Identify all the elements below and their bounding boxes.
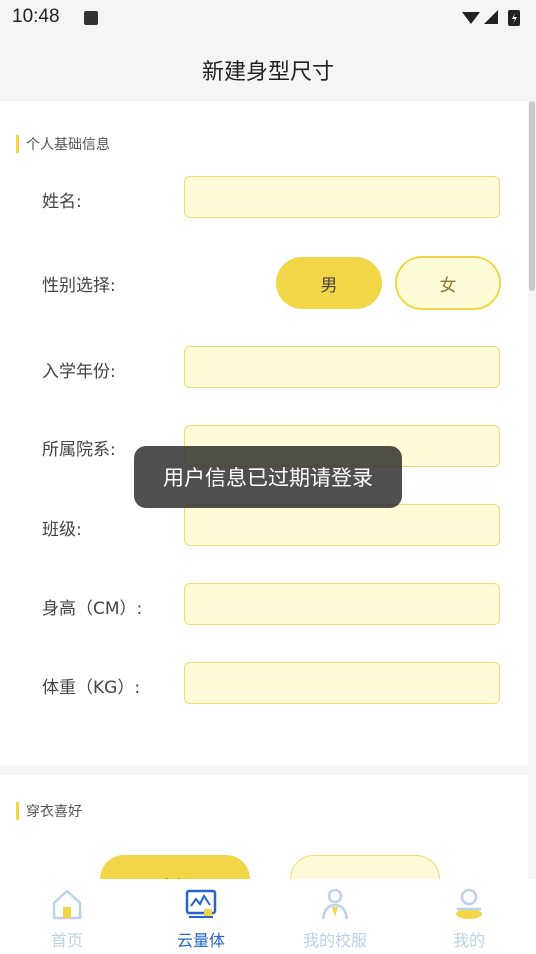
tab-mine[interactable]: 我的 <box>402 879 536 954</box>
measure-chart-icon <box>185 889 217 918</box>
enrollment-year-label: 入学年份: <box>42 362 116 382</box>
tab-home-label: 首页 <box>50 931 83 950</box>
tab-mine-label: 我的 <box>452 931 485 950</box>
height-label: 身高（CM）: <box>42 599 143 619</box>
gender-label: 性别选择: <box>42 276 116 296</box>
name-label: 姓名: <box>42 192 82 212</box>
section-header-basic: 个人基础信息 <box>16 134 110 154</box>
title-bar: 新建身型尺寸 <box>0 36 536 101</box>
basic-info-card: 个人基础信息 姓名: 性别选择: 男 女 入学年份: 所属院系: 班级: 身高（… <box>0 101 528 765</box>
class-label: 班级: <box>42 520 82 540</box>
section-accent-bar <box>16 135 19 153</box>
status-time: 10:48 <box>12 6 60 27</box>
section-title: 个人基础信息 <box>26 137 110 153</box>
tab-home[interactable]: 首页 <box>0 879 134 954</box>
fit-loose-button[interactable]: 宽松 <box>100 855 250 879</box>
scrollbar[interactable] <box>529 101 535 291</box>
uniform-person-icon <box>321 888 349 920</box>
fit-regular-button[interactable]: 合身 <box>290 855 440 879</box>
weight-label: 体重（KG）: <box>42 678 141 698</box>
name-field[interactable] <box>184 176 500 218</box>
height-field[interactable] <box>184 583 500 625</box>
section-title: 穿衣喜好 <box>26 804 82 820</box>
page-title: 新建身型尺寸 <box>201 60 334 85</box>
section-accent-bar <box>16 802 19 820</box>
tab-cloud-measure[interactable]: 云量体 <box>134 879 268 954</box>
toast-message: 用户信息已过期请登录 <box>134 446 402 508</box>
tab-cloud-measure-label: 云量体 <box>176 931 225 950</box>
preference-card: 穿衣喜好 宽松 合身 <box>0 775 528 879</box>
section-header-preference: 穿衣喜好 <box>16 801 82 821</box>
notification-icon <box>84 11 98 25</box>
home-icon <box>52 889 82 920</box>
gender-male-button[interactable]: 男 <box>276 257 382 309</box>
tab-my-uniform-label: 我的校服 <box>302 931 367 950</box>
weight-field[interactable] <box>184 662 500 704</box>
user-icon <box>456 888 482 919</box>
signal-battery-icon <box>462 10 520 26</box>
gender-female-button[interactable]: 女 <box>395 256 501 310</box>
bottom-tab-bar: 首页 云量体 我的校服 我的 <box>0 879 536 954</box>
status-bar: 10:48 <box>0 0 536 36</box>
class-field[interactable] <box>184 504 500 546</box>
college-label: 所属院系: <box>42 440 116 460</box>
enrollment-year-field[interactable] <box>184 346 500 388</box>
tab-my-uniform[interactable]: 我的校服 <box>268 879 402 954</box>
